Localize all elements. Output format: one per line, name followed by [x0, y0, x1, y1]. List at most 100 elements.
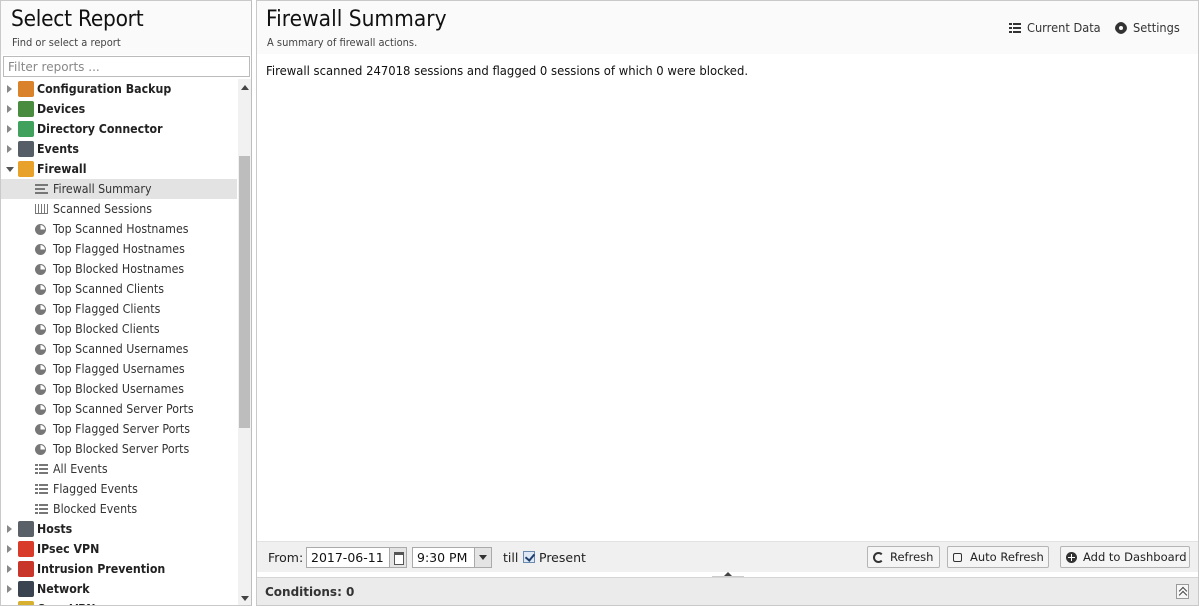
filter-reports-input[interactable]	[3, 56, 250, 77]
report-subtitle: A summary of firewall actions.	[267, 36, 418, 49]
collapsed-arrow-icon[interactable]	[7, 85, 12, 93]
pie-chart-icon	[35, 444, 46, 455]
scroll-up-arrow-icon[interactable]	[241, 85, 249, 90]
start-date-field[interactable]: 2017-06-11	[306, 547, 407, 568]
collapsed-arrow-icon[interactable]	[7, 545, 12, 553]
conditions-bar[interactable]: Conditions: 0	[257, 577, 1198, 605]
category-firewall[interactable]: Firewall	[1, 159, 237, 179]
report-item-label: Top Blocked Usernames	[53, 382, 184, 396]
category-label: Directory Connector	[37, 122, 163, 136]
refresh-button[interactable]: Refresh	[867, 546, 940, 568]
category-openvpn[interactable]: OpenVPN	[1, 599, 237, 605]
report-item-blocked-events[interactable]: Blocked Events	[1, 499, 237, 519]
pie-chart-icon	[35, 264, 46, 275]
scrollbar-thumb[interactable]	[239, 156, 250, 428]
refresh-icon	[873, 552, 884, 563]
report-item-top-blocked-clients[interactable]: Top Blocked Clients	[1, 319, 237, 339]
pie-chart-icon	[35, 304, 46, 315]
category-ipsec-vpn[interactable]: IPsec VPN	[1, 539, 237, 559]
report-item-top-blocked-hostnames[interactable]: Top Blocked Hostnames	[1, 259, 237, 279]
plus-circle-icon	[1066, 552, 1077, 563]
report-item-flagged-events[interactable]: Flagged Events	[1, 479, 237, 499]
category-devices[interactable]: Devices	[1, 99, 237, 119]
chevron-down-icon[interactable]	[474, 548, 491, 567]
report-view-panel: Firewall Summary A summary of firewall a…	[256, 0, 1199, 606]
configuration-backup-icon	[18, 81, 34, 97]
report-item-scanned-sessions[interactable]: Scanned Sessions	[1, 199, 237, 219]
expanded-arrow-icon[interactable]	[6, 167, 14, 172]
settings-button[interactable]: Settings	[1115, 19, 1182, 37]
report-selector-panel: Select Report Find or select a report Co…	[0, 0, 252, 606]
from-label: From:	[268, 550, 304, 565]
category-label: OpenVPN	[37, 599, 96, 605]
collapsed-arrow-icon[interactable]	[7, 105, 12, 113]
report-tree-scrollbar[interactable]	[238, 79, 251, 605]
category-events[interactable]: Events	[1, 139, 237, 159]
current-data-button[interactable]: Current Data	[1009, 19, 1105, 37]
report-item-all-events[interactable]: All Events	[1, 459, 237, 479]
pie-chart-icon	[35, 364, 46, 375]
report-item-label: Top Flagged Server Ports	[53, 422, 191, 436]
report-content-scrollbar[interactable]	[1183, 54, 1197, 540]
report-selector-header: Select Report Find or select a report	[1, 1, 251, 55]
report-item-top-blocked-usernames[interactable]: Top Blocked Usernames	[1, 379, 237, 399]
collapsed-arrow-icon[interactable]	[7, 145, 12, 153]
summary-sentence: Firewall scanned 247018 sessions and fla…	[266, 63, 749, 78]
category-label: Network	[37, 582, 90, 596]
pie-chart-icon	[35, 344, 46, 355]
report-item-top-scanned-usernames[interactable]: Top Scanned Usernames	[1, 339, 237, 359]
report-item-top-scanned-clients[interactable]: Top Scanned Clients	[1, 279, 237, 299]
category-configuration-backup[interactable]: Configuration Backup	[1, 79, 237, 99]
report-item-label: Top Scanned Usernames	[53, 342, 189, 356]
report-item-top-scanned-hostnames[interactable]: Top Scanned Hostnames	[1, 219, 237, 239]
report-item-top-flagged-server-ports[interactable]: Top Flagged Server Ports	[1, 419, 237, 439]
collapsed-arrow-icon[interactable]	[7, 565, 12, 573]
report-item-label: Top Flagged Clients	[53, 302, 161, 316]
pie-chart-icon	[35, 244, 46, 255]
present-checkbox[interactable]	[523, 551, 535, 563]
category-label: Devices	[37, 102, 86, 116]
start-date-value: 2017-06-11	[311, 550, 384, 565]
firewall-icon	[18, 161, 34, 177]
collapsed-arrow-icon[interactable]	[7, 525, 12, 533]
category-network[interactable]: Network	[1, 579, 237, 599]
category-label: Firewall	[37, 162, 87, 176]
category-label: Events	[37, 142, 79, 156]
present-label: Present	[539, 550, 586, 565]
auto-refresh-button[interactable]: Auto Refresh	[947, 546, 1049, 568]
pie-chart-icon	[35, 424, 46, 435]
double-chevron-up-icon[interactable]	[1176, 584, 1189, 599]
report-item-label: All Events	[53, 462, 108, 476]
list-icon	[35, 464, 48, 474]
collapsed-arrow-icon[interactable]	[7, 585, 12, 593]
report-item-top-flagged-hostnames[interactable]: Top Flagged Hostnames	[1, 239, 237, 259]
category-hosts[interactable]: Hosts	[1, 519, 237, 539]
add-to-dashboard-label: Add to Dashboard	[1083, 550, 1187, 564]
report-item-label: Firewall Summary	[53, 182, 152, 196]
collapsed-arrow-icon[interactable]	[7, 125, 12, 133]
category-intrusion-prevention[interactable]: Intrusion Prevention	[1, 559, 237, 579]
calendar-icon[interactable]	[389, 548, 406, 567]
devices-icon	[18, 101, 34, 117]
pie-chart-icon	[35, 404, 46, 415]
scroll-down-arrow-icon[interactable]	[241, 596, 249, 601]
current-data-label: Current Data	[1027, 21, 1101, 35]
start-time-value: 9:30 PM	[417, 550, 468, 565]
report-item-top-scanned-server-ports[interactable]: Top Scanned Server Ports	[1, 399, 237, 419]
add-to-dashboard-button[interactable]: Add to Dashboard	[1060, 546, 1190, 568]
report-item-label: Top Scanned Hostnames	[53, 222, 189, 236]
report-item-label: Top Flagged Usernames	[53, 362, 185, 376]
report-item-label: Flagged Events	[53, 482, 138, 496]
hosts-icon	[18, 521, 34, 537]
report-item-firewall-summary[interactable]: Firewall Summary	[1, 179, 237, 199]
report-header: Firewall Summary A summary of firewall a…	[257, 1, 1198, 54]
start-time-select[interactable]: 9:30 PM	[412, 547, 492, 568]
report-item-top-blocked-server-ports[interactable]: Top Blocked Server Ports	[1, 439, 237, 459]
category-label: Configuration Backup	[37, 82, 172, 96]
report-item-label: Top Blocked Hostnames	[53, 262, 185, 276]
report-tree: Configuration Backup Devices Directory Con…	[1, 79, 237, 605]
report-item-top-flagged-clients[interactable]: Top Flagged Clients	[1, 299, 237, 319]
pie-chart-icon	[35, 224, 46, 235]
category-directory-connector[interactable]: Directory Connector	[1, 119, 237, 139]
report-item-top-flagged-usernames[interactable]: Top Flagged Usernames	[1, 359, 237, 379]
